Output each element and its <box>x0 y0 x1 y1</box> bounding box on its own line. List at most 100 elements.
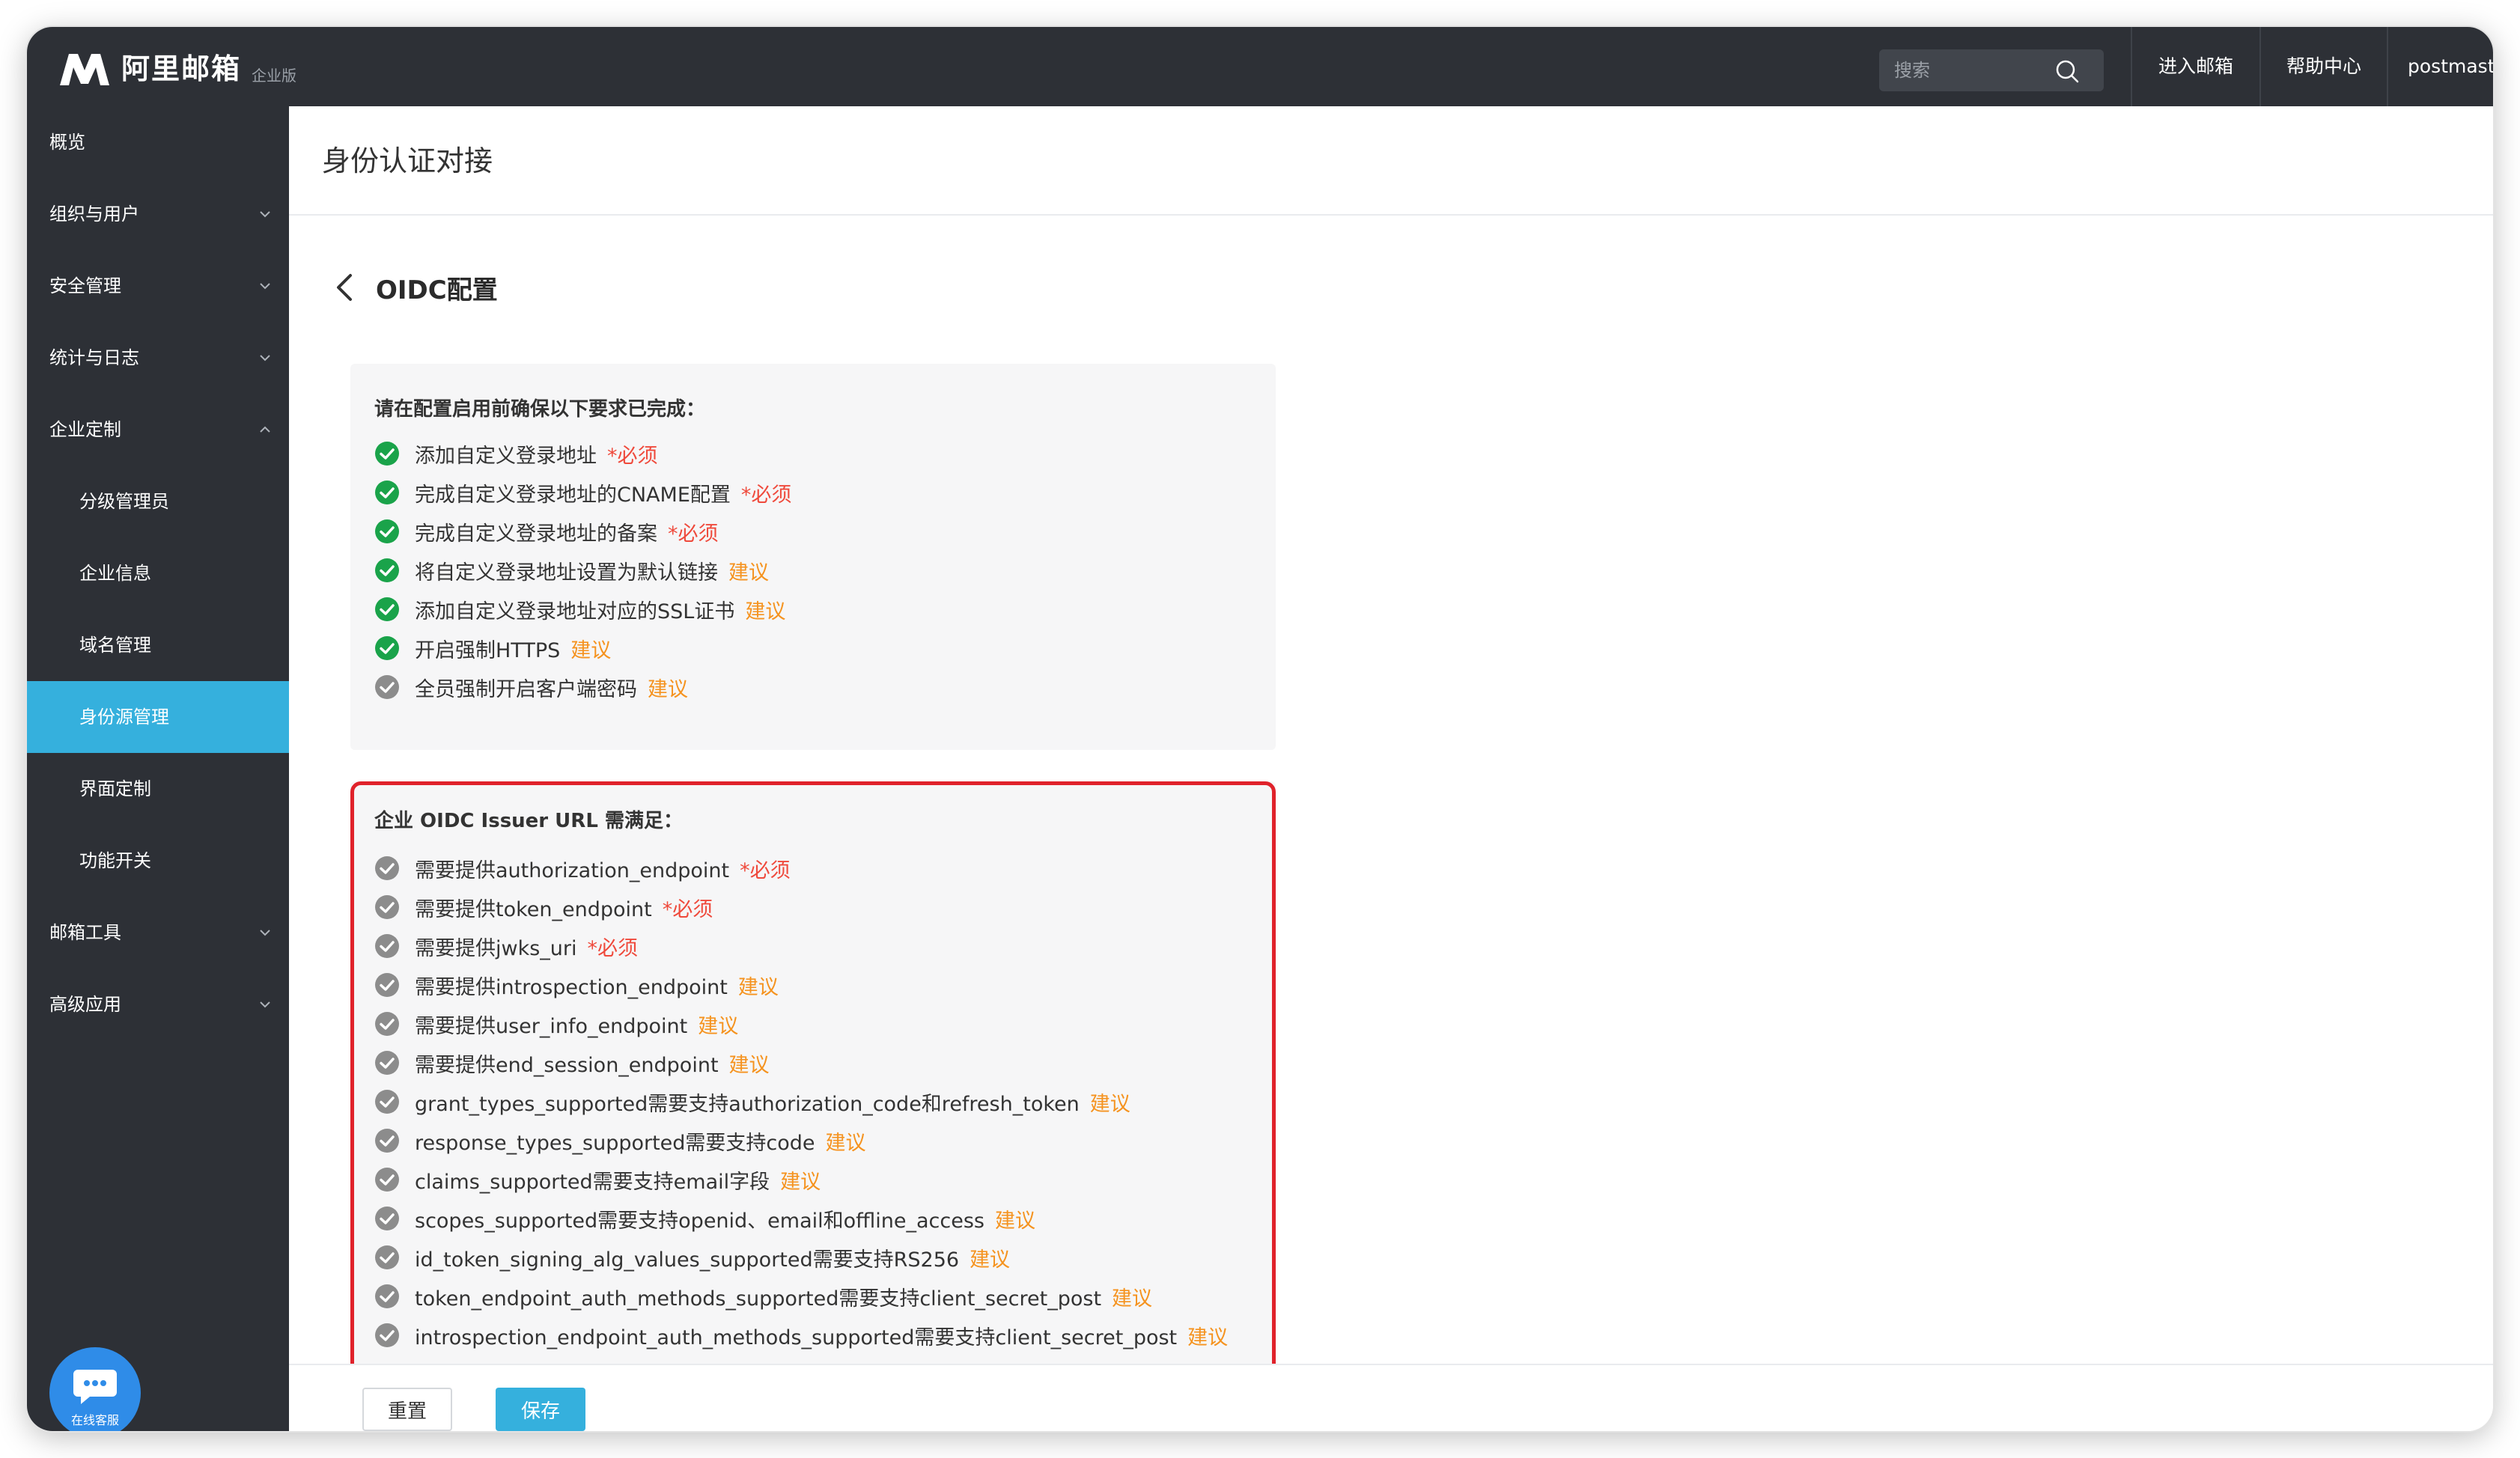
requirement-item: 需要提供end_session_endpoint 建议 <box>374 1048 770 1078</box>
check-circle-icon <box>375 675 399 699</box>
requirement-text: id_token_signing_alg_values_supported需要支… <box>415 1248 960 1272</box>
top-bar: 阿里邮箱 企业版 进入邮箱 帮助中心 postmaster <box>27 27 2493 106</box>
sidebar-item-admin-levels[interactable]: 分级管理员 <box>27 466 289 537</box>
requirement-item: 需要提供token_endpoint *必须 <box>374 892 713 922</box>
required-tag: *必须 <box>587 936 639 960</box>
sidebar-item-label: 统计与日志 <box>49 347 139 368</box>
suggested-tag: 建议 <box>970 1248 1011 1272</box>
search-input[interactable] <box>1879 49 2059 91</box>
check-circle-icon <box>375 856 399 880</box>
check-circle-icon <box>375 895 399 919</box>
logo-text: 阿里邮箱 <box>121 52 242 85</box>
save-button[interactable]: 保存 <box>496 1388 585 1431</box>
suggested-tag: 建议 <box>1187 1326 1229 1349</box>
sidebar-item-overview[interactable]: 概览 <box>27 106 289 178</box>
required-tag: *必须 <box>740 858 791 882</box>
sidebar-item-label: 安全管理 <box>49 275 121 296</box>
requirement-item: 需要提供jwks_uri *必须 <box>374 931 638 961</box>
user-account-link[interactable]: postmaster <box>2387 27 2493 106</box>
check-circle-icon <box>375 597 399 621</box>
search-icon[interactable] <box>2054 58 2080 84</box>
requirement-item: scopes_supported需要支持openid、email和offline… <box>374 1204 1035 1233</box>
sidebar-item-org-users[interactable]: 组织与用户 <box>27 178 289 250</box>
check-circle-icon <box>375 1129 399 1153</box>
suggested-tag: 建议 <box>570 638 612 662</box>
suggested-tag: 建议 <box>648 677 688 701</box>
requirement-item: 全员强制开启客户端密码 建议 <box>374 672 688 702</box>
check-circle-icon <box>375 442 399 466</box>
sidebar-item-label: 域名管理 <box>79 635 151 656</box>
suggested-tag: 建议 <box>737 975 779 999</box>
sidebar-item-stats-logs[interactable]: 统计与日志 <box>27 322 289 394</box>
required-tag: *必须 <box>740 483 792 507</box>
requirement-item: 添加自定义登录地址对应的SSL证书 建议 <box>374 594 785 624</box>
sidebar-item-enterprise-info[interactable]: 企业信息 <box>27 537 289 609</box>
sidebar-item-domains[interactable]: 域名管理 <box>27 609 289 681</box>
chat-bubble-icon <box>73 1370 117 1404</box>
suggested-tag: 建议 <box>780 1170 821 1194</box>
sidebar-item-advanced-apps[interactable]: 高级应用 <box>27 969 289 1040</box>
reset-button[interactable]: 重置 <box>362 1388 452 1431</box>
requirement-item: 需要提供user_info_endpoint 建议 <box>374 1009 738 1039</box>
sidebar-item-enterprise-custom[interactable]: 企业定制 <box>27 394 289 466</box>
chat-label: 在线客服 <box>70 1413 119 1427</box>
sidebar: 概览 组织与用户 安全管理 统计与日志 企业定制 分级管理员 企业信息 域名管理… <box>27 106 289 1431</box>
check-circle-icon <box>375 1090 399 1114</box>
sidebar-item-label: 分级管理员 <box>79 491 169 512</box>
sidebar-item-security[interactable]: 安全管理 <box>27 250 289 322</box>
check-circle-icon <box>375 519 399 543</box>
page-title: 身份认证对接 <box>322 144 493 177</box>
suggested-tag: 建议 <box>728 561 769 585</box>
sidebar-item-label: 身份源管理 <box>79 707 169 728</box>
enter-mailbox-link[interactable]: 进入邮箱 <box>2131 27 2259 106</box>
required-tag: *必须 <box>662 897 713 921</box>
suggested-tag: 建议 <box>745 600 786 623</box>
logo[interactable]: 阿里邮箱 企业版 <box>58 49 296 87</box>
section-title: OIDC配置 <box>376 275 498 305</box>
requirement-item: 需要提供authorization_endpoint *必须 <box>374 853 791 883</box>
check-circle-icon <box>375 1284 399 1308</box>
requirement-item: introspection_endpoint_auth_methods_supp… <box>374 1320 1228 1350</box>
check-circle-icon <box>375 1168 399 1192</box>
requirement-item: token_endpoint_auth_methods_supported需要支… <box>374 1281 1152 1311</box>
check-circle-icon <box>375 1012 399 1036</box>
requirement-text: 完成自定义登录地址的CNAME配置 <box>415 483 731 507</box>
requirement-text: 添加自定义登录地址对应的SSL证书 <box>415 600 735 623</box>
requirement-text: 需要提供introspection_endpoint <box>415 975 728 999</box>
sidebar-item-identity-source[interactable]: 身份源管理 <box>27 681 289 753</box>
requirement-text: token_endpoint_auth_methods_supported需要支… <box>415 1287 1102 1311</box>
requirement-text: scopes_supported需要支持openid、email和offline… <box>415 1209 984 1233</box>
requirement-item: response_types_supported需要支持code 建议 <box>374 1126 866 1156</box>
help-center-link[interactable]: 帮助中心 <box>2259 27 2387 106</box>
chevron-up-icon <box>260 426 270 433</box>
check-circle-icon <box>375 558 399 582</box>
main-content: 身份认证对接 OIDC配置 请在配置启用前确保以下要求已完成： 添加自定义登录地… <box>289 106 2493 1431</box>
requirement-text: 需要提供end_session_endpoint <box>415 1053 719 1077</box>
check-circle-icon <box>375 1051 399 1075</box>
suggested-tag: 建议 <box>825 1131 866 1155</box>
action-bar <box>289 1364 2493 1431</box>
sidebar-item-label: 高级应用 <box>49 994 121 1015</box>
check-circle-icon <box>375 1245 399 1269</box>
logo-m-icon <box>60 54 109 85</box>
online-support-widget[interactable]: 在线客服 <box>49 1347 141 1431</box>
requirement-item: 完成自定义登录地址的CNAME配置 *必须 <box>374 478 791 507</box>
sidebar-item-feature-toggles[interactable]: 功能开关 <box>27 825 289 897</box>
sidebar-item-label: 组织与用户 <box>49 204 139 225</box>
chevron-left-icon[interactable] <box>334 272 355 302</box>
sidebar-item-label: 企业信息 <box>79 563 151 584</box>
sidebar-item-mail-tools[interactable]: 邮箱工具 <box>27 897 289 969</box>
requirement-text: 全员强制开启客户端密码 <box>415 677 637 701</box>
sidebar-item-label: 邮箱工具 <box>49 922 121 943</box>
requirement-text: 需要提供token_endpoint <box>415 897 652 921</box>
requirement-item: 将自定义登录地址设置为默认链接 建议 <box>374 555 769 585</box>
sidebar-item-label: 概览 <box>49 132 85 153</box>
chevron-down-icon <box>260 930 270 936</box>
chevron-down-icon <box>260 355 270 362</box>
requirement-text: grant_types_supported需要支持authorization_c… <box>415 1092 1080 1116</box>
required-tag: *必须 <box>607 444 658 468</box>
app-window: 阿里邮箱 企业版 进入邮箱 帮助中心 postmaster 概览 组织与用户 <box>27 27 2493 1431</box>
sidebar-item-ui-custom[interactable]: 界面定制 <box>27 753 289 825</box>
requirement-item: grant_types_supported需要支持authorization_c… <box>374 1087 1130 1117</box>
issuer-heading: 企业 OIDC Issuer URL 需满足： <box>374 810 683 832</box>
